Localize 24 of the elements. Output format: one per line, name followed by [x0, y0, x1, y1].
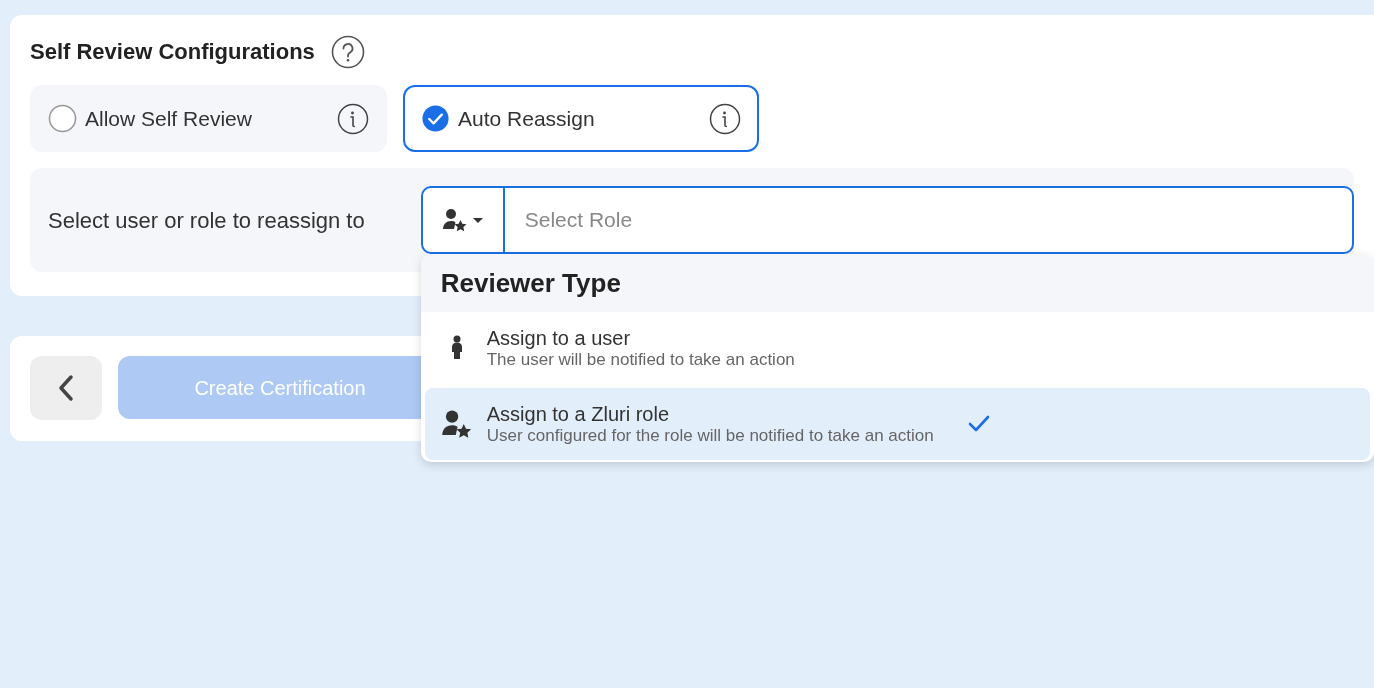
option-label: Auto Reassign	[458, 105, 596, 132]
person-star-icon	[440, 408, 473, 440]
option-label: Allow Self Review	[85, 105, 253, 132]
help-icon[interactable]	[330, 35, 365, 69]
info-icon	[337, 102, 369, 135]
chevron-left-icon	[58, 374, 74, 402]
radio-button[interactable]	[48, 104, 77, 133]
info-icon	[709, 102, 741, 135]
person-star-icon	[441, 207, 468, 233]
option-card[interactable]: Auto Reassign	[403, 85, 759, 152]
reviewer-type-button[interactable]	[422, 188, 505, 252]
item-title: Assign to a Zluri role	[486, 401, 670, 426]
item-title: Assign to a user	[486, 325, 632, 350]
dropdown-heading: Reviewer Type	[420, 254, 1374, 312]
checkmark-icon	[967, 414, 990, 434]
option-card[interactable]: Allow Self Review	[30, 85, 387, 152]
menu-item[interactable]: Assign to a Zluri role User configured for the role will be notified to take an action	[424, 388, 1370, 460]
field-label: Select user or role to reassign to	[48, 206, 365, 235]
caret-icon	[471, 216, 484, 224]
section-title: Self Review Configurations	[30, 38, 315, 66]
checked-radio[interactable]	[421, 104, 450, 133]
item-description: User configured for the role will be notified to take an action	[486, 425, 934, 447]
back-button[interactable]	[30, 356, 102, 420]
item-description: The user will be notified to take an action	[486, 349, 795, 371]
